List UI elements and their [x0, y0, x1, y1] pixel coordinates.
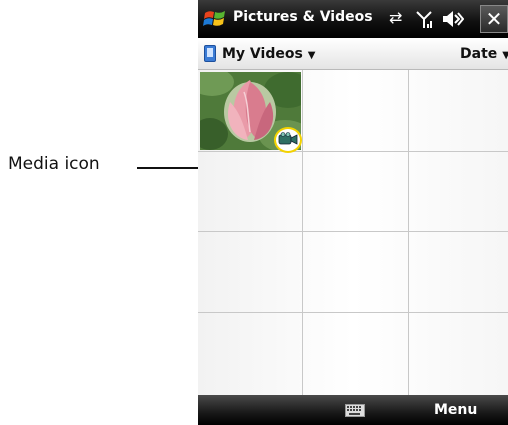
close-button[interactable]: ✕	[480, 5, 508, 33]
chevron-down-icon: ▼	[307, 50, 316, 61]
connectivity-icon[interactable]: ⇄	[389, 8, 402, 27]
menu-softkey[interactable]: Menu	[434, 402, 477, 418]
app-title: Pictures & Videos	[233, 9, 373, 25]
video-camera-icon	[278, 132, 298, 145]
grid-divider	[408, 70, 409, 395]
sort-label: Date	[460, 46, 498, 62]
media-icon	[274, 127, 302, 153]
device-screen: Pictures & Videos ⇄ ✕ My Videos ▼ Date ▼	[198, 0, 508, 425]
callout-label: Media icon	[8, 154, 100, 174]
folder-bar: My Videos ▼ Date ▼	[198, 38, 508, 70]
grid-divider	[198, 231, 508, 232]
windows-logo[interactable]	[203, 7, 227, 31]
title-bar: Pictures & Videos ⇄ ✕	[198, 0, 508, 38]
sort-dropdown[interactable]: Date ▼	[460, 46, 508, 62]
grid-divider	[198, 312, 508, 313]
volume-icon[interactable]	[442, 10, 464, 28]
folder-device-icon	[204, 45, 216, 62]
close-icon: ✕	[485, 7, 503, 31]
folder-label: My Videos	[222, 46, 303, 62]
grid-divider	[302, 70, 303, 395]
chevron-down-icon: ▼	[502, 50, 508, 61]
keyboard-icon[interactable]	[345, 404, 365, 417]
grid-divider	[198, 151, 508, 152]
signal-icon[interactable]	[415, 9, 433, 29]
soft-key-bar: Menu	[198, 395, 508, 425]
folder-dropdown[interactable]: My Videos ▼	[222, 46, 316, 62]
thumbnail-grid	[198, 70, 508, 395]
